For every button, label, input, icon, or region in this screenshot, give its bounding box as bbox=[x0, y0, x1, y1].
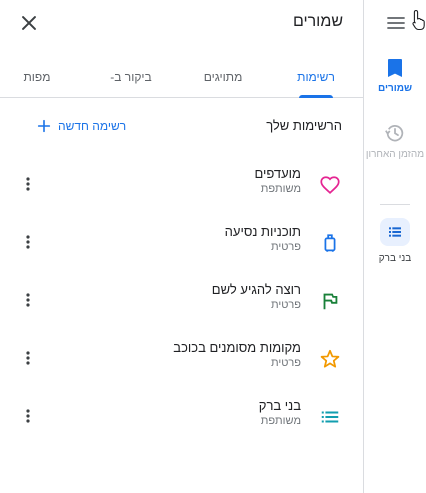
tab-lists[interactable]: רשימות bbox=[297, 70, 335, 84]
saved-panel: שמורים רשימות מתויגים ביקור ב- מפות הרשי… bbox=[0, 0, 363, 493]
rail-item-recent-history[interactable]: מהזמן האחרון bbox=[364, 122, 426, 161]
more-vert-icon bbox=[26, 177, 30, 191]
list-name: בני ברק bbox=[258, 398, 301, 413]
history-icon bbox=[385, 125, 404, 142]
menu-button[interactable] bbox=[384, 11, 408, 35]
list-privacy: משותפת bbox=[260, 415, 301, 427]
bookmark-icon bbox=[388, 59, 402, 77]
list-item-starred-places[interactable]: מקומות מסומנים בכוכב פרטית bbox=[0, 328, 363, 386]
more-options-button[interactable] bbox=[18, 176, 38, 192]
more-vert-icon bbox=[26, 351, 30, 365]
star-icon bbox=[320, 349, 340, 368]
saved-lists: מועדפים משותפת תוכניות נסיעה פרטית רוצה … bbox=[0, 154, 363, 444]
list-name: מועדפים bbox=[254, 166, 301, 181]
rail-divider bbox=[380, 204, 410, 205]
plus-icon bbox=[37, 119, 51, 133]
list-name: תוכניות נסיעה bbox=[224, 224, 301, 239]
rail-item-label: מהזמן האחרון bbox=[365, 149, 425, 160]
lists-section-title: הרשימות שלך bbox=[266, 118, 342, 133]
more-vert-icon bbox=[26, 235, 30, 249]
more-options-button[interactable] bbox=[18, 350, 38, 366]
rail-list-icon-container bbox=[380, 218, 410, 246]
list-privacy: פרטית bbox=[270, 357, 301, 369]
new-list-button[interactable]: רשימה חדשה bbox=[36, 116, 126, 136]
side-rail: שמורים מהזמן האחרון בני ברק bbox=[363, 0, 426, 493]
list-privacy: פרטית bbox=[270, 299, 301, 311]
list-name: מקומות מסומנים בכוכב bbox=[173, 340, 301, 355]
list-item-text: רוצה להגיע לשם פרטית bbox=[212, 282, 301, 312]
list-privacy: משותפת bbox=[260, 183, 301, 195]
new-list-label: רשימה חדשה bbox=[58, 119, 127, 133]
more-vert-icon bbox=[26, 409, 30, 423]
close-icon bbox=[22, 16, 36, 30]
tab-maps[interactable]: מפות bbox=[24, 70, 51, 84]
rail-item-list-bnei-brak[interactable]: בני ברק bbox=[364, 218, 426, 265]
more-options-button[interactable] bbox=[18, 234, 38, 250]
close-button[interactable] bbox=[18, 12, 40, 34]
list-item-text: מקומות מסומנים בכוכב פרטית bbox=[173, 340, 301, 370]
active-tab-indicator bbox=[299, 95, 333, 98]
list-item-favorites[interactable]: מועדפים משותפת bbox=[0, 154, 363, 212]
more-vert-icon bbox=[26, 293, 30, 307]
more-options-button[interactable] bbox=[18, 408, 38, 424]
list-item-bnei-brak[interactable]: בני ברק משותפת bbox=[0, 386, 363, 444]
list-item-text: בני ברק משותפת bbox=[259, 398, 301, 428]
rail-item-label: שמורים bbox=[377, 83, 413, 94]
flag-icon bbox=[323, 293, 338, 310]
list-icon bbox=[389, 227, 401, 237]
list-icon bbox=[321, 411, 339, 423]
lists-section-header: הרשימות שלך רשימה חדשה bbox=[0, 116, 363, 138]
tab-visited[interactable]: ביקור ב- bbox=[110, 70, 151, 84]
luggage-icon bbox=[324, 234, 336, 252]
hand-cursor-icon bbox=[412, 9, 425, 31]
list-privacy: פרטית bbox=[270, 241, 301, 253]
page-title: שמורים bbox=[292, 13, 343, 30]
list-item-text: תוכניות נסיעה פרטית bbox=[225, 224, 301, 254]
menu-icon bbox=[387, 17, 405, 29]
tab-bar: רשימות מתויגים ביקור ב- מפות bbox=[0, 54, 363, 98]
list-item-travel-plans[interactable]: תוכניות נסיעה פרטית bbox=[0, 212, 363, 270]
heart-icon bbox=[320, 176, 340, 194]
rail-item-label: בני ברק bbox=[378, 253, 412, 264]
tab-labeled[interactable]: מתויגים bbox=[204, 70, 243, 84]
list-name: רוצה להגיע לשם bbox=[211, 282, 301, 297]
rail-item-saved[interactable]: שמורים bbox=[364, 58, 426, 95]
more-options-button[interactable] bbox=[18, 292, 38, 308]
list-item-text: מועדפים משותפת bbox=[254, 166, 301, 196]
panel-header: שמורים bbox=[0, 0, 363, 46]
list-item-want-to-go[interactable]: רוצה להגיע לשם פרטית bbox=[0, 270, 363, 328]
